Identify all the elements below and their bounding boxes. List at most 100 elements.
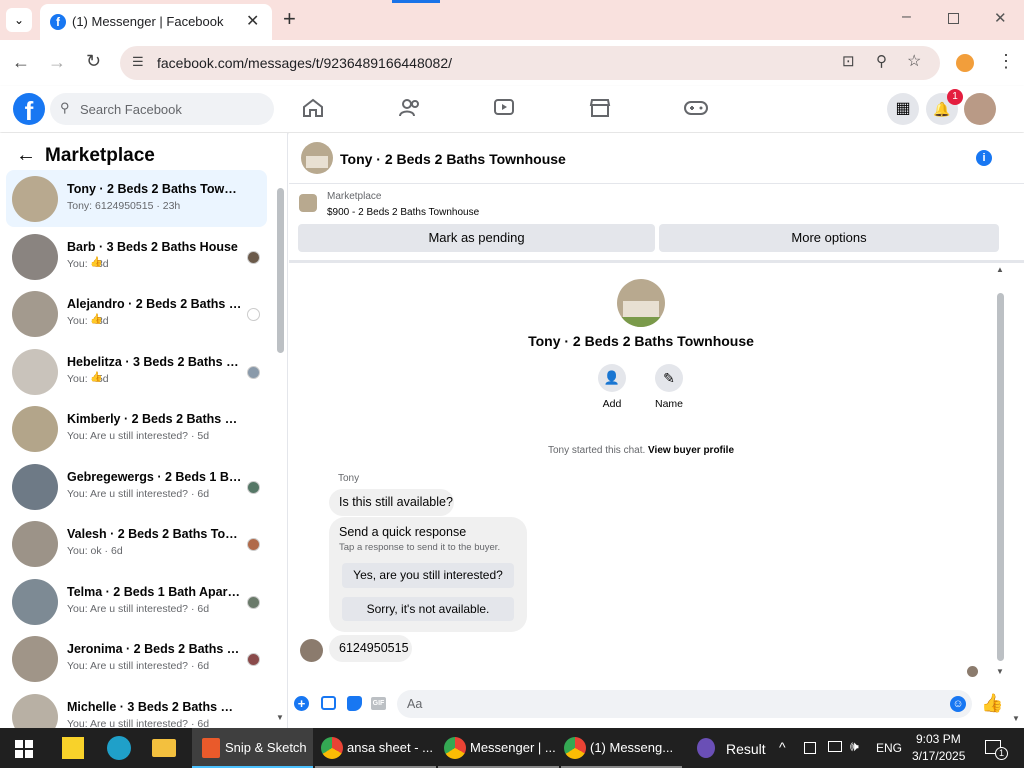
tab-title: (1) Messenger | Facebook [72,14,224,29]
chat-scroll-up-icon[interactable]: ▲ [996,265,1004,274]
taskbar-app[interactable]: Messenger | ... [438,728,559,768]
account-avatar[interactable] [964,93,996,125]
facebook-logo-icon[interactable]: f [13,93,45,126]
thumbs-up-icon[interactable]: 👍 [981,693,1003,714]
seen-avatar [247,595,260,609]
window-close-icon[interactable]: ✕ [994,9,1007,27]
message-bubble[interactable]: Is this still available? [329,489,454,516]
language-indicator[interactable]: ENG [876,741,902,755]
friends-icon[interactable] [398,98,422,118]
message-input[interactable]: Aa ☺ [397,690,972,718]
sticky-notes-icon[interactable] [62,737,84,759]
back-arrow-icon[interactable]: ← [16,144,36,167]
reload-icon[interactable]: ↻ [86,51,101,72]
clock-date[interactable]: 3/17/2025 [912,749,965,763]
conversation-item[interactable]: Hebelitza · 3 Beds 2 Baths Ho... You: · 5… [6,343,267,400]
home-icon[interactable] [302,98,324,118]
chat-header-avatar[interactable] [301,142,333,174]
new-tab-icon[interactable]: + [283,6,296,32]
tab-search-chevron-icon[interactable]: ⌄ [6,8,32,32]
conversation-item-active[interactable]: Tony · 2 Beds 2 Baths Townhouse Tony: 612… [6,170,267,227]
sender-avatar[interactable] [300,639,323,662]
action-center-badge: 1 [995,747,1008,760]
listing-thumbnail [12,578,58,625]
tray-chevron-icon[interactable]: ^ [779,739,786,755]
browser-menu-icon[interactable]: ⋮ [997,51,1015,72]
chat-header-title[interactable]: Tony · 2 Beds 2 Baths Townhouse [340,151,566,167]
attach-photo-icon[interactable] [321,696,336,710]
chrome-icon [444,737,466,759]
profile-avatar-icon[interactable] [956,54,974,72]
taskbar-app[interactable]: (1) Messeng... [561,728,682,768]
taskbar-app[interactable]: ansa sheet - ... [315,728,436,768]
conversation-subtitle: You: Are u still interested? · 6d [67,602,210,615]
taskbar-app[interactable]: Snip & Sketch [192,728,313,768]
listing-divider [289,260,1024,263]
browser-tab[interactable]: f (1) Messenger | Facebook ✕ [40,4,272,40]
edge-icon[interactable] [107,736,131,760]
edit-name-icon[interactable]: ✎ [655,364,683,392]
search-icon: ⚲ [60,100,70,115]
conversation-item[interactable]: Valesh · 2 Beds 2 Baths Town... You: ok ·… [6,515,267,572]
gaming-icon[interactable] [683,99,709,117]
sidebar-scroll-down-icon[interactable]: ▼ [276,713,284,722]
listing-thumbnail [12,348,58,395]
facebook-search-input[interactable]: ⚲ Search Facebook [50,93,274,125]
network-icon[interactable] [828,741,842,752]
chat-scrollbar[interactable] [997,293,1004,661]
install-app-icon[interactable]: ⊡ [842,52,855,70]
more-options-button[interactable]: More options [659,224,999,252]
meet-icon[interactable] [804,742,816,754]
bookmark-star-icon[interactable]: ☆ [907,51,921,71]
chrome-icon [564,737,586,759]
mark-pending-button[interactable]: Mark as pending [298,224,655,252]
listing-thumb[interactable] [299,194,317,212]
forward-icon[interactable]: → [48,52,66,73]
result-label[interactable]: Result [726,741,766,757]
file-explorer-icon[interactable] [152,739,176,757]
menu-grid-icon[interactable]: ▦ [887,93,919,125]
volume-icon[interactable]: 🕪 [850,738,859,755]
listing-price-title[interactable]: $900 - 2 Beds 2 Baths Townhouse [327,207,479,218]
conversation-title: Michelle · 3 Beds 2 Baths House [67,699,242,714]
sender-name: Tony [338,473,360,484]
profile-avatar[interactable] [617,279,665,327]
message-bubble[interactable]: 6124950515 [329,635,412,662]
conversation-item[interactable]: Jeronima · 2 Beds 2 Baths To... You: Are … [6,630,267,687]
sticker-icon[interactable] [347,696,362,711]
address-bar[interactable]: ☰ facebook.com/messages/t/92364891664480… [120,46,940,80]
conversation-item[interactable]: Telma · 2 Beds 1 Bath Apartm... You: Are … [6,573,267,630]
conversation-item[interactable]: Gebregewergs · 2 Beds 1 Bath... You: Are … [6,458,267,515]
add-person-icon[interactable]: 👤 [598,364,626,392]
conversation-item[interactable]: Barb · 3 Beds 2 Baths House You: · 3d 👍 [6,228,267,285]
tab-close-icon[interactable]: ✕ [246,11,259,31]
conversation-item[interactable]: Michelle · 3 Beds 2 Baths House You: Are … [6,688,267,728]
quick-response-option[interactable]: Yes, are you still interested? [342,563,514,588]
chat-scroll-down-icon[interactable]: ▼ [996,667,1004,676]
sidebar-scrollbar[interactable] [277,188,284,353]
info-icon[interactable]: i [976,150,992,166]
more-actions-icon[interactable]: + [294,696,309,711]
site-info-icon[interactable]: ☰ [132,54,144,70]
minimize-icon[interactable]: – [902,8,911,26]
back-icon[interactable]: ← [12,52,30,73]
listing-thumbnail [12,406,58,452]
bottom-scroll-icon[interactable]: ▼ [1012,714,1020,723]
gif-icon[interactable]: GIF [371,697,386,710]
marketplace-icon[interactable] [589,98,611,118]
clock-time[interactable]: 9:03 PM [916,732,961,746]
windows-start-icon[interactable] [15,740,33,758]
result-icon[interactable] [697,738,715,758]
chat-started-text: Tony started this chat. [547,445,646,456]
view-buyer-profile-link[interactable]: View buyer profile [648,445,734,456]
emoji-icon[interactable]: ☺ [950,696,966,712]
thumbs-up-icon: 👍 [90,256,103,268]
restore-icon[interactable] [948,13,959,24]
conversation-item[interactable]: Alejandro · 2 Beds 2 Baths Town...You: ·… [6,285,267,342]
conversation-item[interactable]: Kimberly · 2 Beds 2 Baths Town... You: Ar… [6,400,267,457]
video-icon[interactable] [493,98,515,118]
conversation-title: Hebelitza · 3 Beds 2 Baths Ho... [67,354,242,369]
zoom-icon[interactable]: ⚲ [876,52,887,70]
listing-thumbnail [12,521,58,567]
quick-response-option[interactable]: Sorry, it's not available. [342,597,514,621]
